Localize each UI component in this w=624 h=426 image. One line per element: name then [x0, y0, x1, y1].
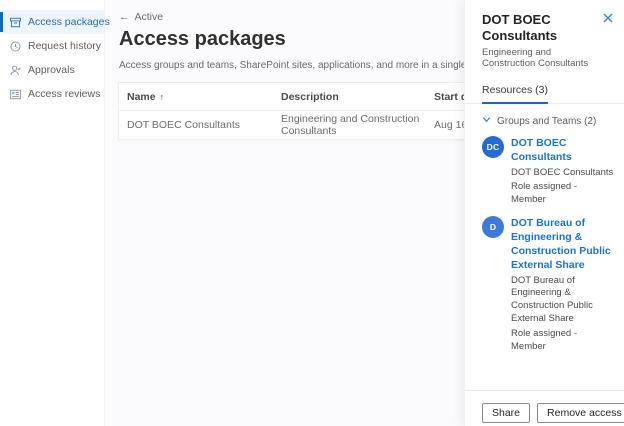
resource-link[interactable]: DOT Bureau of Engineering & Construction…: [511, 216, 614, 273]
column-header-description[interactable]: Description: [281, 91, 434, 103]
sidebar-item-label: Access reviews: [28, 88, 100, 100]
back-link-label: Active: [135, 11, 164, 23]
review-checklist-icon: [9, 88, 22, 101]
sidebar: Access packages Request history Approval…: [0, 0, 105, 426]
column-header-name[interactable]: Name ↑: [119, 91, 281, 103]
remove-access-button[interactable]: Remove access: [537, 403, 624, 423]
close-icon[interactable]: [603, 13, 613, 23]
history-clock-icon: [9, 40, 22, 53]
sidebar-item-label: Access packages: [28, 16, 110, 28]
back-arrow-icon: ←: [119, 11, 130, 23]
sidebar-item-label: Approvals: [28, 64, 75, 76]
details-panel: DOT BOEC Consultants Engineering and Con…: [464, 0, 624, 426]
panel-tabbar: Resources (3): [465, 80, 624, 104]
avatar: D: [482, 216, 504, 238]
panel-footer: Share Remove access: [465, 390, 624, 426]
sort-ascending-icon: ↑: [160, 92, 165, 102]
panel-subtitle: Engineering and Construction Consultants: [465, 43, 624, 69]
resource-link[interactable]: DOT BOEC Consultants: [511, 136, 614, 164]
resource-item: D DOT Bureau of Engineering & Constructi…: [465, 207, 624, 354]
tab-resources[interactable]: Resources (3): [482, 84, 548, 104]
sidebar-item-approvals[interactable]: Approvals: [0, 58, 104, 82]
sidebar-item-request-history[interactable]: Request history: [0, 34, 104, 58]
resource-item: DC DOT BOEC Consultants DOT BOEC Consult…: [465, 127, 624, 207]
panel-title: DOT BOEC Consultants: [482, 12, 603, 43]
avatar: DC: [482, 136, 504, 158]
person-check-icon: [9, 64, 22, 77]
resource-role: Role assigned - Member: [511, 328, 614, 354]
package-box-icon: [9, 16, 22, 29]
section-label: Groups and Teams (2): [497, 116, 596, 127]
cell-name[interactable]: DOT BOEC Consultants: [119, 119, 281, 131]
sidebar-item-access-reviews[interactable]: Access reviews: [0, 82, 104, 106]
resource-role: Role assigned - Member: [511, 181, 614, 207]
sidebar-item-label: Request history: [28, 40, 101, 52]
share-button[interactable]: Share: [482, 403, 530, 423]
resource-subtitle: DOT Bureau of Engineering & Construction…: [511, 275, 614, 326]
resource-subtitle: DOT BOEC Consultants: [511, 167, 614, 180]
cell-description: Engineering and Construction Consultants: [281, 113, 434, 137]
chevron-down-icon: [482, 115, 491, 127]
section-groups-and-teams[interactable]: Groups and Teams (2): [465, 104, 624, 127]
sidebar-item-access-packages[interactable]: Access packages: [0, 10, 104, 34]
